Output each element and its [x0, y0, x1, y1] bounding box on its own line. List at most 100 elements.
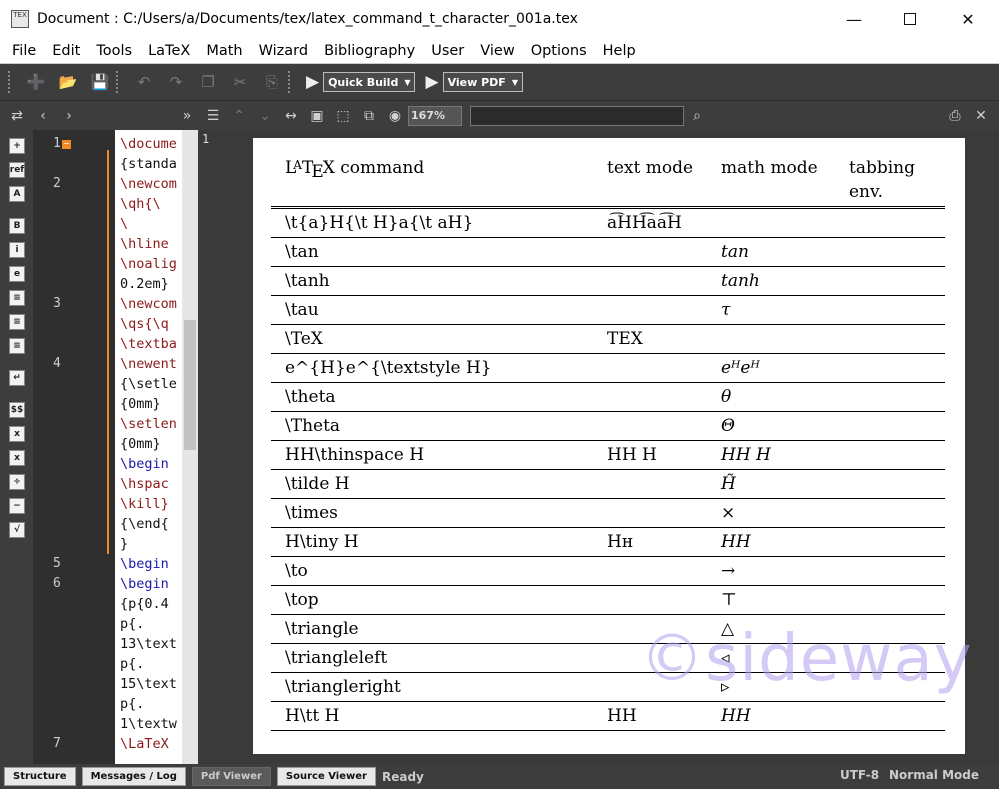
mode-indicator[interactable]: Normal Mode	[889, 768, 979, 782]
redo-icon[interactable]: ↷	[166, 72, 186, 92]
paste-icon[interactable]: ⎘	[262, 72, 282, 92]
maximize-button[interactable]	[881, 0, 939, 38]
editor-scrollbar-thumb[interactable]	[184, 320, 196, 450]
table-row: H\tt H HH HH	[271, 701, 945, 731]
align-right-icon[interactable]: ≡	[9, 338, 25, 354]
menu-options[interactable]: Options	[523, 43, 595, 59]
fraction-icon[interactable]: −	[9, 498, 25, 514]
cell-command: H\tiny H	[271, 527, 593, 557]
cell-text-mode	[593, 556, 707, 586]
ref-icon[interactable]: ref	[9, 162, 25, 178]
cell-math-mode: ◃	[707, 643, 835, 673]
undo-icon[interactable]: ↶	[134, 72, 154, 92]
double-chevron-icon[interactable]: »	[178, 107, 196, 125]
cell-tabbing	[835, 266, 945, 296]
back-icon[interactable]: ‹	[34, 107, 52, 125]
view-icon[interactable]: ▶	[425, 72, 438, 92]
encoding-indicator[interactable]: UTF-8	[840, 768, 879, 782]
close-button[interactable]: ✕	[939, 0, 997, 38]
tab-pdf-viewer[interactable]: Pdf Viewer	[191, 767, 271, 786]
page-up-icon[interactable]: ⌃	[230, 107, 248, 125]
minimize-icon: —	[846, 9, 862, 29]
menu-tools[interactable]: Tools	[88, 43, 140, 59]
subscript-icon[interactable]: x	[9, 426, 25, 442]
menu-user[interactable]: User	[423, 43, 472, 59]
cell-tabbing	[835, 701, 945, 731]
menu-latex[interactable]: LaTeX	[140, 43, 198, 59]
page-down-icon[interactable]: ⌄	[256, 107, 274, 125]
search-icon[interactable]: ⌕	[688, 107, 706, 125]
menu-file[interactable]: File	[4, 43, 44, 59]
open-folder-icon[interactable]: 📂	[58, 72, 78, 92]
cell-tabbing	[835, 237, 945, 267]
font-size-icon[interactable]: A	[9, 186, 25, 202]
pdf-viewer[interactable]: LATEX command text mode math mode tabbin…	[236, 130, 999, 764]
italic-icon[interactable]: i	[9, 242, 25, 258]
eye-icon[interactable]: ◉	[386, 107, 404, 125]
tab-structure[interactable]: Structure	[4, 767, 76, 786]
editor-scrollbar[interactable]	[182, 130, 198, 764]
app-icon: TEX	[11, 10, 29, 28]
cell-text-mode	[593, 382, 707, 412]
command-table: LATEX command text mode math mode tabbin…	[271, 156, 945, 731]
emphasis-icon[interactable]: e	[9, 266, 25, 282]
print-icon[interactable]: ⎙	[946, 107, 964, 125]
newline-icon[interactable]: ↵	[9, 370, 25, 386]
zoom-fit-icon[interactable]: ⧉	[360, 107, 378, 125]
menu-edit[interactable]: Edit	[44, 43, 88, 59]
code-line: \noalig	[120, 256, 177, 272]
zoom-select-icon[interactable]: ⬚	[334, 107, 352, 125]
close-icon: ✕	[961, 9, 975, 29]
view-pdf-select[interactable]: View PDF ▼	[442, 72, 523, 92]
copy-icon[interactable]: ❐	[198, 72, 218, 92]
sqrt-icon[interactable]: √	[9, 522, 25, 538]
fit-page-icon[interactable]: ▣	[308, 107, 326, 125]
cell-command: \triangleright	[271, 672, 593, 702]
cell-tabbing	[835, 672, 945, 702]
pin-icon[interactable]: ✕	[972, 107, 990, 125]
code-line: \newcom	[120, 296, 177, 312]
menu-math[interactable]: Math	[198, 43, 250, 59]
cell-tabbing	[835, 585, 945, 615]
fit-width-icon[interactable]: ↔	[282, 107, 300, 125]
sync-icon[interactable]: ⇄	[8, 107, 26, 125]
code-line: 15\text	[120, 676, 177, 692]
align-center-icon[interactable]: ≡	[9, 314, 25, 330]
cell-tabbing	[835, 556, 945, 586]
table-row: \t{a}H{\t H}a{\t aH} a͡HH͡aa͡H	[271, 208, 945, 238]
quick-build-select[interactable]: Quick Build ▼	[323, 72, 416, 92]
tab-source-viewer[interactable]: Source Viewer	[276, 767, 376, 786]
cell-text-mode	[593, 498, 707, 528]
tab-messages-log[interactable]: Messages / Log	[81, 767, 186, 786]
toolbar-grip[interactable]	[8, 71, 12, 93]
chevron-down-icon: ▼	[511, 77, 518, 87]
code-line: \begin	[120, 556, 169, 572]
align-left-icon[interactable]: ≡	[9, 290, 25, 306]
new-file-icon[interactable]: ➕	[26, 72, 46, 92]
cell-text-mode	[593, 643, 707, 673]
menu-wizard[interactable]: Wizard	[251, 43, 316, 59]
code-editor[interactable]: \docume {standa \newcom \qh{\ \ \hline \noalig…	[115, 130, 182, 764]
cell-text-mode	[593, 614, 707, 644]
math-mode-icon[interactable]: $$	[9, 402, 25, 418]
forward-icon[interactable]: ›	[60, 107, 78, 125]
superscript-icon[interactable]: x	[9, 450, 25, 466]
table-row: \times ×	[271, 498, 945, 528]
list-icon[interactable]: ☰	[204, 107, 222, 125]
cut-icon[interactable]: ✂	[230, 72, 250, 92]
code-line: \LaTeX	[120, 736, 169, 752]
pdf-search-input[interactable]	[470, 105, 684, 126]
menu-view[interactable]: View	[472, 43, 522, 59]
section-icon[interactable]: +	[9, 138, 25, 154]
zoom-level-field[interactable]: 167%	[408, 105, 462, 126]
compile-icon[interactable]: ▶	[306, 72, 319, 92]
minimize-button[interactable]: —	[825, 0, 883, 38]
cell-command: \times	[271, 498, 593, 528]
save-icon[interactable]: 💾	[90, 72, 110, 92]
divide-icon[interactable]: ÷	[9, 474, 25, 490]
menu-bibliography[interactable]: Bibliography	[316, 43, 423, 59]
cell-command: H\tt H	[271, 701, 593, 731]
menu-help[interactable]: Help	[595, 43, 644, 59]
bold-icon[interactable]: B	[9, 218, 25, 234]
fold-collapse-icon[interactable]: −	[62, 140, 71, 149]
